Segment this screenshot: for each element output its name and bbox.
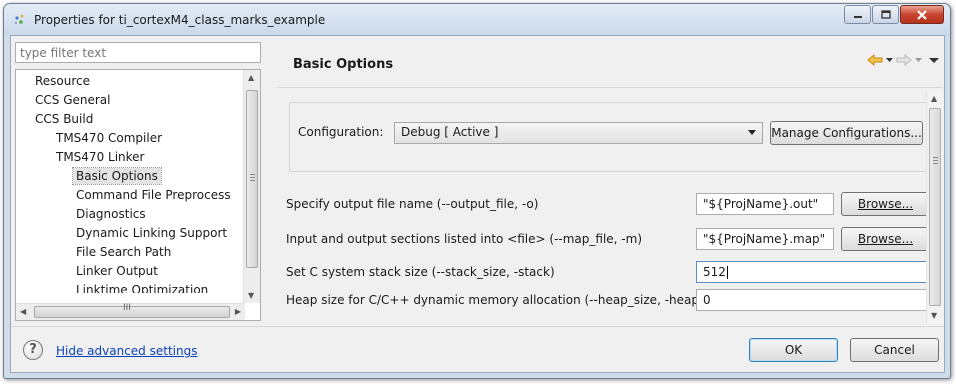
stack-size-value: 512 <box>703 265 726 279</box>
tree-item-command-file-preprocess[interactable]: Command File Preprocess <box>76 186 231 205</box>
text-caret <box>726 266 728 279</box>
dialog-client: Resource CCS General CCS Build TMS470 Co… <box>10 35 945 373</box>
tree-item-ccs-build[interactable]: CCS Build <box>35 110 93 129</box>
tree-horizontal-thumb[interactable]: III <box>34 303 230 318</box>
map-file-label: Input and output sections listed into <f… <box>286 232 643 246</box>
back-arrow-icon[interactable] <box>867 54 883 66</box>
properties-dialog: Properties for ti_cortexM4_class_marks_e… <box>3 3 951 379</box>
tree-item-label: TMS470 Linker <box>56 150 145 164</box>
ok-label: OK <box>784 343 803 357</box>
tree-item-tms470-compiler[interactable]: TMS470 Compiler <box>56 129 162 148</box>
help-icon[interactable]: ? <box>23 340 43 360</box>
tree-item-label: Command File Preprocess <box>76 188 231 202</box>
output-file-label: Specify output file name (--output_file,… <box>286 197 539 211</box>
pane-sash[interactable] <box>269 36 274 326</box>
tree-item-tms470-linker[interactable]: TMS470 Linker <box>56 148 144 167</box>
scroll-grip: III <box>123 303 131 313</box>
tree-item-label: Basic Options <box>72 167 162 185</box>
chevron-down-icon <box>748 130 756 135</box>
scroll-up-icon[interactable]: ▲ <box>931 94 937 103</box>
stack-size-field[interactable]: 512 <box>696 261 930 283</box>
output-file-field[interactable]: "${ProjName}.out" <box>696 193 834 215</box>
minimize-icon <box>853 15 862 18</box>
tree-item-label: CCS Build <box>35 112 94 126</box>
heap-size-value: 0 <box>703 293 711 307</box>
close-icon <box>917 9 927 20</box>
tree-item-ccs-general[interactable]: CCS General <box>35 91 110 110</box>
tree-item-label: Resource <box>35 74 91 88</box>
scroll-right-icon[interactable]: ▶ <box>235 307 241 316</box>
forward-history-dropdown-icon[interactable] <box>915 57 922 63</box>
tree-item-label: Dynamic Linking Support <box>76 226 228 240</box>
configuration-group: Configuration: Debug [ Active ] Manage C… <box>289 102 929 172</box>
scroll-up-icon[interactable]: ▲ <box>248 73 254 82</box>
scroll-down-icon[interactable]: ▼ <box>931 311 937 320</box>
property-tree: Resource CCS General CCS Build TMS470 Co… <box>15 69 261 321</box>
browse-output-file-button[interactable]: Browse... <box>841 192 930 216</box>
scroll-down-icon[interactable]: ▼ <box>248 291 254 300</box>
tree-item-label: CCS General <box>35 93 111 107</box>
tree-vertical-thumb[interactable] <box>246 90 258 268</box>
tree-item-label: TMS470 Compiler <box>56 131 163 145</box>
configuration-label: Configuration: <box>298 125 384 139</box>
window-title: Properties for ti_cortexM4_class_marks_e… <box>34 13 326 27</box>
tree-item-file-search-path[interactable]: File Search Path <box>76 243 171 262</box>
configuration-value: Debug [ Active ] <box>401 125 499 139</box>
filter-input[interactable] <box>15 42 261 63</box>
tree-item-basic-options[interactable]: Basic Options <box>72 167 162 186</box>
cancel-button[interactable]: Cancel <box>850 338 939 362</box>
title-bar[interactable]: Properties for ti_cortexM4_class_marks_e… <box>4 4 950 36</box>
browse-label: Browse... <box>857 232 914 246</box>
options-content: Configuration: Debug [ Active ] Manage C… <box>277 90 943 324</box>
window-icon <box>14 14 24 25</box>
help-glyph: ? <box>29 342 37 357</box>
configuration-select[interactable]: Debug [ Active ] <box>394 122 763 144</box>
content-vertical-thumb[interactable] <box>929 108 941 306</box>
minimize-button[interactable] <box>844 5 871 24</box>
cancel-label: Cancel <box>874 343 915 357</box>
map-file-field[interactable]: "${ProjName}.map" <box>696 228 834 250</box>
tree-item-diagnostics[interactable]: Diagnostics <box>76 205 146 224</box>
output-file-value: "${ProjName}.out" <box>703 197 819 211</box>
manage-configurations-label: Manage Configurations... <box>771 126 922 140</box>
tree-horizontal-scrollbar[interactable]: ◀ III ▶ <box>16 303 245 320</box>
tree-item-label: Linktime Optimization <box>76 283 209 293</box>
stack-size-label: Set C system stack size (--stack_size, -… <box>286 265 555 279</box>
tree-item-linker-output[interactable]: Linker Output <box>76 262 158 281</box>
scroll-left-icon[interactable]: ◀ <box>20 307 26 316</box>
map-file-value: "${ProjName}.map" <box>703 232 826 246</box>
heap-size-field[interactable]: 0 <box>696 289 930 311</box>
tree-item-label: File Search Path <box>76 245 172 259</box>
forward-arrow-icon[interactable] <box>896 54 912 66</box>
back-history-dropdown-icon[interactable] <box>886 57 893 63</box>
footer-separator <box>11 326 944 327</box>
browse-map-file-button[interactable]: Browse... <box>841 227 930 251</box>
page-header: Basic Options <box>277 42 943 88</box>
heap-size-label: Heap size for C/C++ dynamic memory alloc… <box>286 293 704 307</box>
manage-configurations-button[interactable]: Manage Configurations... <box>770 121 923 145</box>
browse-label: Browse... <box>857 197 914 211</box>
menu-dropdown-icon[interactable] <box>929 57 939 64</box>
tree-item-label: Linker Output <box>76 264 158 278</box>
tree-vertical-scrollbar[interactable]: ▲ ▼ <box>243 70 260 303</box>
page-title: Basic Options <box>293 57 394 72</box>
ok-button[interactable]: OK <box>749 338 838 362</box>
content-vertical-scrollbar[interactable]: ▲ ▼ <box>926 90 943 324</box>
tree-item-linktime-optimization[interactable]: Linktime Optimization <box>76 281 208 293</box>
hide-advanced-settings-link[interactable]: Hide advanced settings <box>56 344 197 358</box>
tree-item-label: Diagnostics <box>76 207 146 221</box>
tree-item-resource[interactable]: Resource <box>35 72 90 91</box>
close-button[interactable] <box>900 5 944 24</box>
tree-item-dynamic-linking-support[interactable]: Dynamic Linking Support <box>76 224 227 243</box>
maximize-icon <box>880 10 891 19</box>
maximize-button[interactable] <box>872 5 899 24</box>
